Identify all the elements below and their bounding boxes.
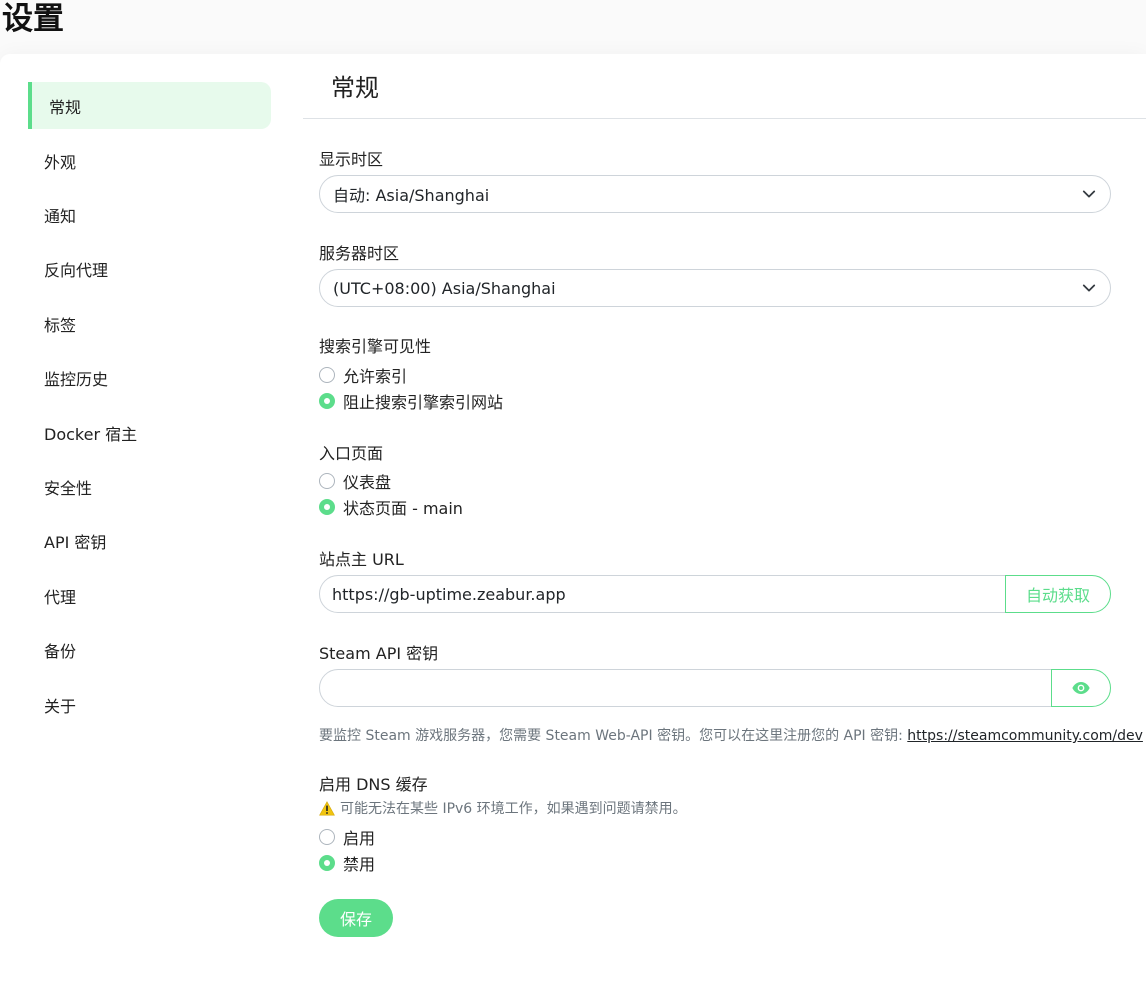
dns-cache-label: 启用 DNS 缓存 (319, 775, 428, 794)
radio-allow-indexing[interactable]: 允许索引 (319, 364, 407, 386)
sidebar-item-appearance[interactable]: 外观 (28, 137, 271, 184)
steam-api-label: Steam API 密钥 (319, 644, 439, 663)
radio-label: 状态页面 - main (343, 499, 463, 518)
page-title: 设置 (2, 1, 64, 37)
sidebar-item-notifications[interactable]: 通知 (28, 191, 271, 238)
header-divider (303, 118, 1146, 119)
chevron-down-icon (1082, 284, 1096, 292)
dns-cache-warning-text: 可能无法在某些 IPv6 环境工作，如果遇到问题请禁用。 (340, 801, 687, 817)
sidebar-item-reverse-proxy[interactable]: 反向代理 (28, 245, 271, 292)
sidebar-item-proxies[interactable]: 代理 (28, 572, 271, 619)
steam-api-group (319, 669, 1111, 707)
toggle-visibility-button[interactable] (1051, 669, 1111, 707)
sidebar-item-general[interactable]: 常规 (28, 82, 271, 129)
search-visibility-label: 搜索引擎可见性 (319, 337, 432, 356)
server-timezone-label: 服务器时区 (319, 244, 400, 263)
radio-dns-enable[interactable]: 启用 (319, 826, 375, 848)
sidebar-item-api-keys[interactable]: API 密钥 (28, 517, 271, 564)
primary-url-input[interactable]: https://gb-uptime.zeabur.app (319, 575, 1006, 613)
sidebar-item-security[interactable]: 安全性 (28, 463, 271, 510)
steam-api-input[interactable] (319, 669, 1052, 707)
eye-icon (1072, 682, 1090, 694)
display-timezone-select[interactable]: 自动: Asia/Shanghai (319, 175, 1111, 213)
sidebar-item-tags[interactable]: 标签 (28, 300, 271, 347)
radio-button[interactable] (319, 473, 335, 489)
radio-dns-disable[interactable]: 禁用 (319, 852, 375, 874)
save-button[interactable]: 保存 (319, 899, 393, 937)
auto-get-button[interactable]: 自动获取 (1005, 575, 1111, 613)
warning-icon (319, 800, 335, 815)
section-title: 常规 (331, 74, 379, 102)
radio-label: 允许索引 (343, 367, 408, 386)
steam-api-help: 要监控 Steam 游戏服务器，您需要 Steam Web-API 密钥。您可以… (319, 725, 1143, 745)
display-timezone-value: 自动: Asia/Shanghai (333, 186, 490, 205)
chevron-down-icon (1082, 190, 1096, 198)
radio-label: 禁用 (343, 855, 376, 874)
primary-url-label: 站点主 URL (319, 550, 404, 569)
primary-url-group: https://gb-uptime.zeabur.app 自动获取 (319, 575, 1111, 613)
sidebar-item-docker-hosts[interactable]: Docker 宿主 (28, 409, 271, 456)
sidebar-item-monitor-history[interactable]: 监控历史 (28, 354, 271, 401)
dns-cache-warning: 可能无法在某些 IPv6 环境工作，如果遇到问题请禁用。 (319, 798, 687, 818)
radio-label: 阻止搜索引擎索引网站 (343, 393, 504, 412)
radio-button[interactable] (319, 393, 335, 409)
radio-button[interactable] (319, 499, 335, 515)
radio-button[interactable] (319, 829, 335, 845)
radio-button[interactable] (319, 367, 335, 383)
steam-api-help-link[interactable]: https://steamcommunity.com/dev (907, 728, 1143, 744)
steam-api-help-text: 要监控 Steam 游戏服务器，您需要 Steam Web-API 密钥。您可以… (319, 728, 908, 744)
display-timezone-label: 显示时区 (319, 150, 384, 169)
radio-label: 仪表盘 (343, 473, 392, 492)
radio-button[interactable] (319, 855, 335, 871)
entry-page-label: 入口页面 (319, 444, 384, 463)
radio-status-page[interactable]: 状态页面 - main (319, 496, 463, 518)
sidebar-item-backup[interactable]: 备份 (28, 626, 271, 673)
radio-dashboard[interactable]: 仪表盘 (319, 470, 391, 492)
server-timezone-value: (UTC+08:00) Asia/Shanghai (333, 278, 556, 298)
server-timezone-select[interactable]: (UTC+08:00) Asia/Shanghai (319, 269, 1111, 307)
radio-label: 启用 (343, 829, 376, 848)
radio-block-indexing[interactable]: 阻止搜索引擎索引网站 (319, 390, 503, 412)
sidebar-item-about[interactable]: 关于 (28, 681, 271, 728)
